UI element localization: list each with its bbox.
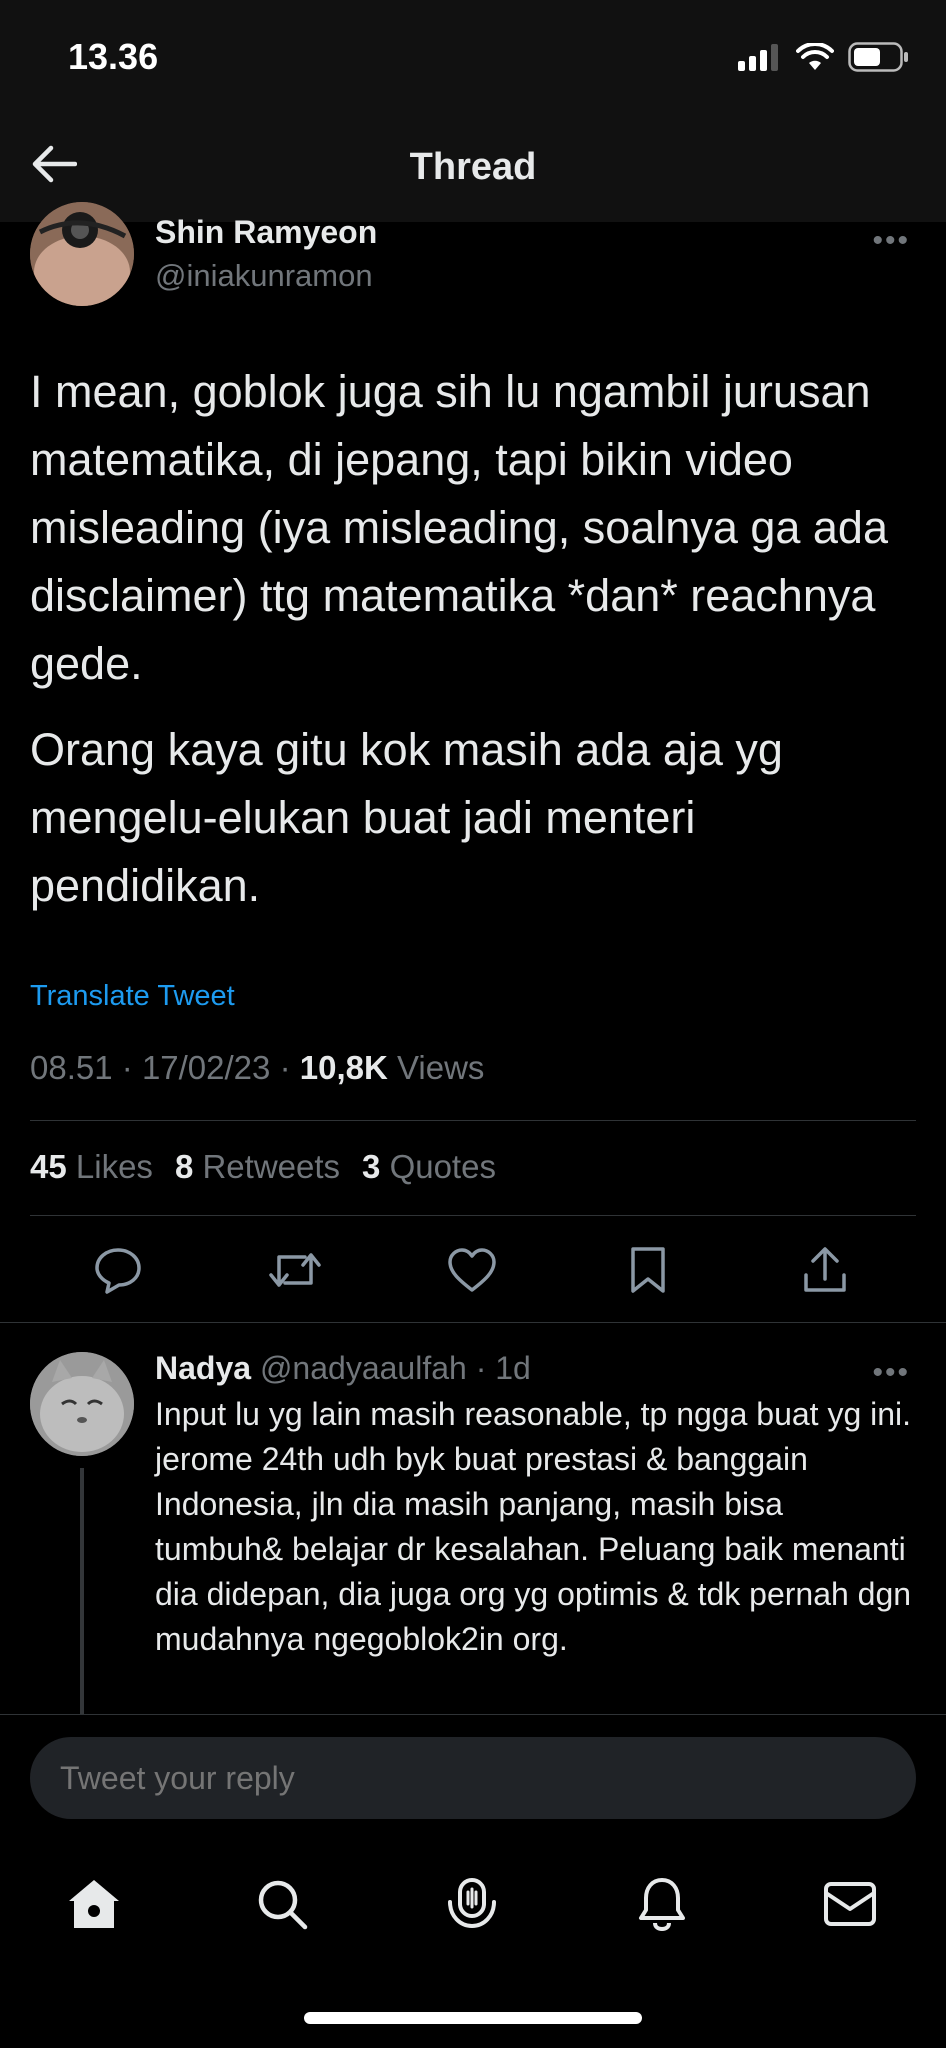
views-label: Views [396,1049,485,1086]
spaces-icon [448,1878,496,1929]
author-name[interactable]: Shin Ramyeon [155,214,377,251]
status-bar: 13.36 [0,0,946,120]
reply-button[interactable] [88,1240,148,1300]
like-button[interactable] [442,1240,502,1300]
nav-spaces[interactable] [440,1872,504,1936]
battery-icon [848,42,908,72]
divider [30,1215,916,1216]
status-time: 13.36 [68,36,159,77]
wifi-icon [796,43,834,70]
engagement-stats: 45 Likes 8 Retweets 3 Quotes [30,1148,496,1186]
tweet-paragraph: Orang kaya gitu kok masih ada aja yg men… [30,724,783,911]
author-handle[interactable]: @iniakunramon [155,258,373,294]
tweet-meta: 08.51 · 17/02/23 · 10,8K Views [30,1049,484,1087]
meta-separator: · [279,1049,300,1086]
quotes-stat[interactable]: 3 Quotes [362,1148,496,1186]
bell-icon [639,1878,685,1932]
retweet-button[interactable] [265,1240,325,1300]
share-icon [804,1247,846,1292]
tweet-action-bar [0,1240,946,1300]
author-avatar[interactable] [30,202,134,306]
reply-input[interactable] [30,1737,916,1819]
heart-icon [448,1248,496,1292]
meta-separator: · [121,1049,142,1086]
search-icon [258,1880,308,1930]
home-indicator [304,2012,642,2024]
author-avatar-image [30,202,134,306]
reply-header: Nadya @nadyaaulfah · 1d [155,1350,531,1387]
nav-messages[interactable] [818,1872,882,1936]
thread-header: Thread [0,110,946,222]
thread-line [80,1468,84,1716]
speech-bubble-icon [95,1248,141,1294]
tweet-date: 17/02/23 [141,1049,271,1086]
more-options-button[interactable]: ••• [872,224,910,258]
status-icons [736,42,910,72]
tweet-paragraph: I mean, goblok juga sih lu ngambil jurus… [30,366,888,689]
nav-notifications[interactable] [630,1872,694,1936]
tweet-text: I mean, goblok juga sih lu ngambil jurus… [30,358,920,938]
divider [0,1322,946,1323]
page-title: Thread [409,146,537,188]
signal-icon [738,44,778,71]
envelope-icon [824,1882,876,1926]
views-count[interactable]: 10,8K [300,1049,388,1086]
share-button[interactable] [795,1240,855,1300]
reply-more-options-button[interactable]: ••• [872,1356,910,1390]
reply-author-handle[interactable]: @nadyaaulfah [260,1350,467,1386]
home-icon [69,1880,119,1928]
retweet-icon [269,1253,321,1287]
retweets-stat[interactable]: 8 Retweets [175,1148,340,1186]
bookmark-button[interactable] [618,1240,678,1300]
divider [30,1120,916,1121]
reply-author-name[interactable]: Nadya [155,1350,251,1386]
reply-avatar-image [30,1352,134,1456]
likes-stat[interactable]: 45 Likes [30,1148,153,1186]
reply-avatar[interactable] [30,1352,134,1456]
nav-home[interactable] [62,1872,126,1936]
translate-tweet-link[interactable]: Translate Tweet [30,980,235,1013]
meta-separator: · [475,1350,496,1386]
bookmark-icon [631,1247,665,1293]
tweet-time: 08.51 [30,1049,113,1086]
thread-screen: 13.36 Thread Shin Ramyeon @iniakunramon … [0,0,946,2048]
nav-search[interactable] [250,1872,314,1936]
reply-age: 1d [495,1350,531,1386]
reply-text: Input lu yg lain masih reasonable, tp ng… [155,1396,912,1657]
